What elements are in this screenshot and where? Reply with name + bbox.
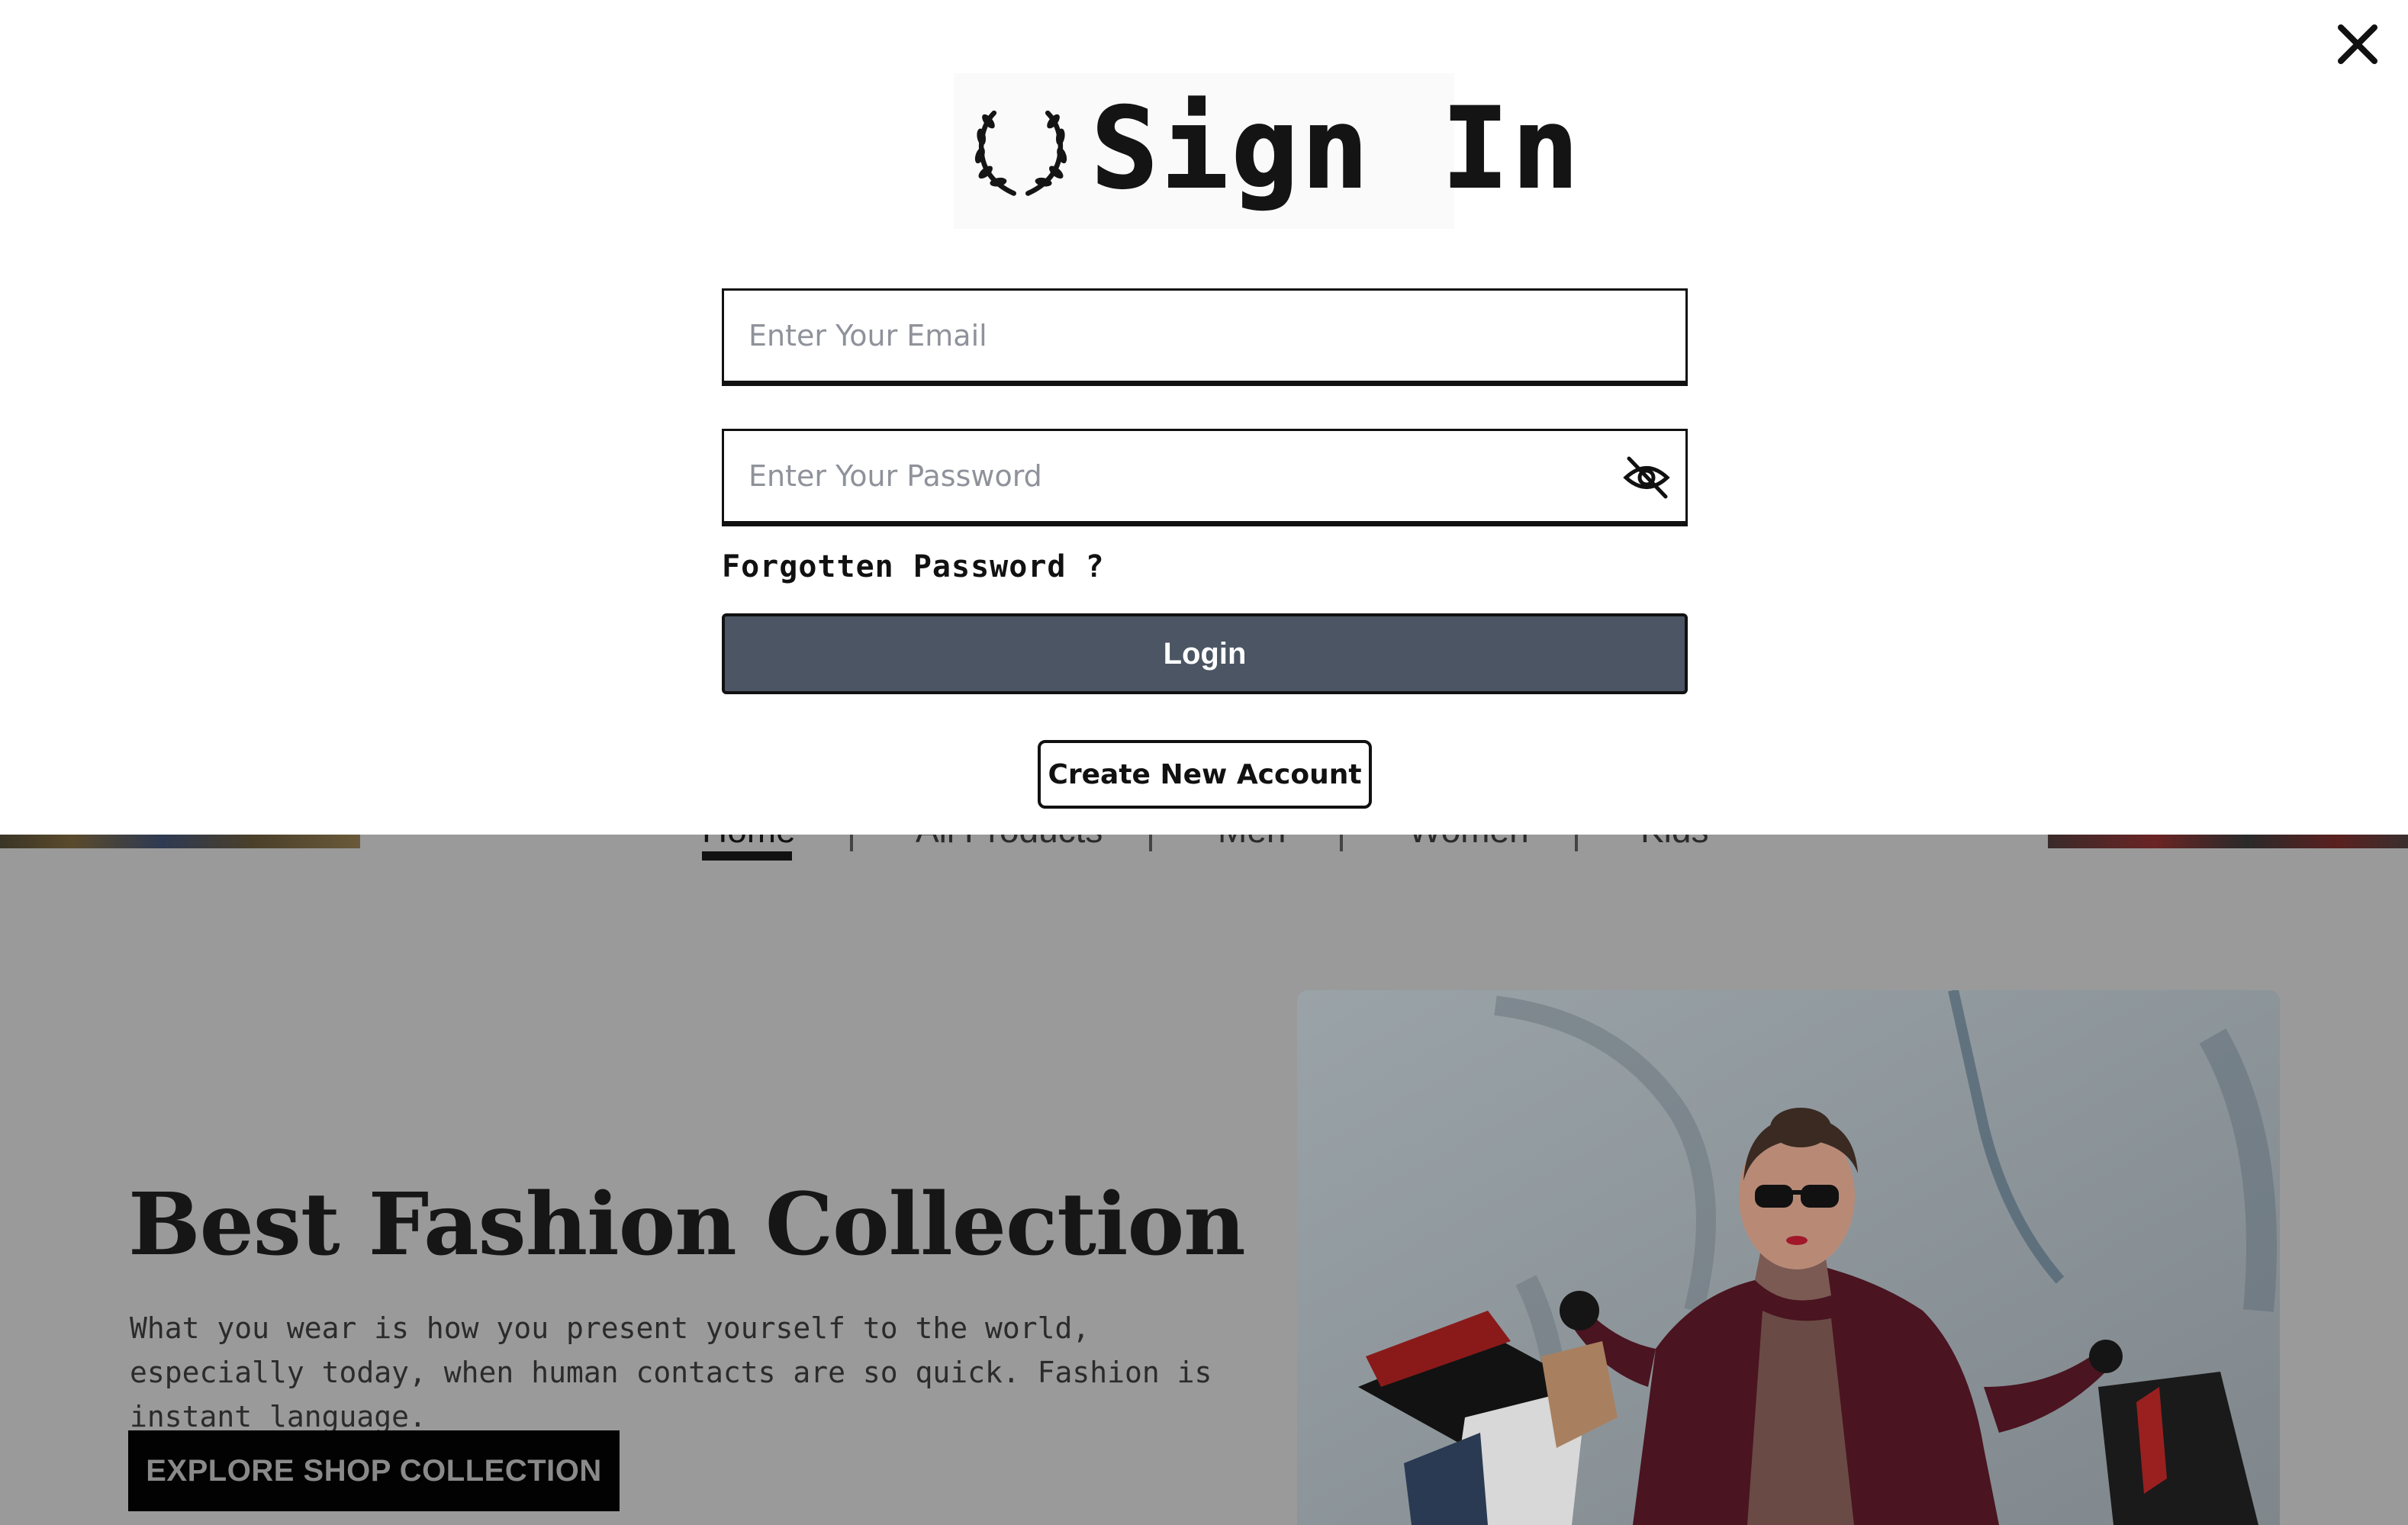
email-field[interactable] [722,288,1688,386]
fashion-model-illustration [1297,990,2280,1525]
create-account-button[interactable]: Create New Account [1038,740,1372,809]
hero-image [1297,990,2280,1525]
close-button[interactable] [2335,21,2381,67]
toggle-password-visibility-button[interactable] [1621,452,1672,503]
close-icon [2338,24,2377,64]
sign-in-title: Sign In [1090,83,1582,214]
eye-off-icon [1623,456,1670,499]
login-button[interactable]: Login [722,613,1688,694]
password-input[interactable] [724,431,1685,521]
sign-in-logo: Sign In [954,73,1579,229]
nav-active-underline [702,851,792,861]
forgot-password-link[interactable]: Forgotten Password ? [722,549,1105,584]
laurel-wreath-icon [974,110,1067,196]
explore-shop-button[interactable]: EXPLORE SHOP COLLECTION [128,1430,620,1511]
hero-title: Best Fashion Collection [128,1175,1246,1275]
hero-description: What you wear is how you present yoursel… [130,1311,1212,1433]
sign-in-modal: Sign In Forgotten Password ? Login Creat… [0,0,2408,835]
password-field[interactable] [722,429,1688,526]
email-input[interactable] [724,291,1685,381]
